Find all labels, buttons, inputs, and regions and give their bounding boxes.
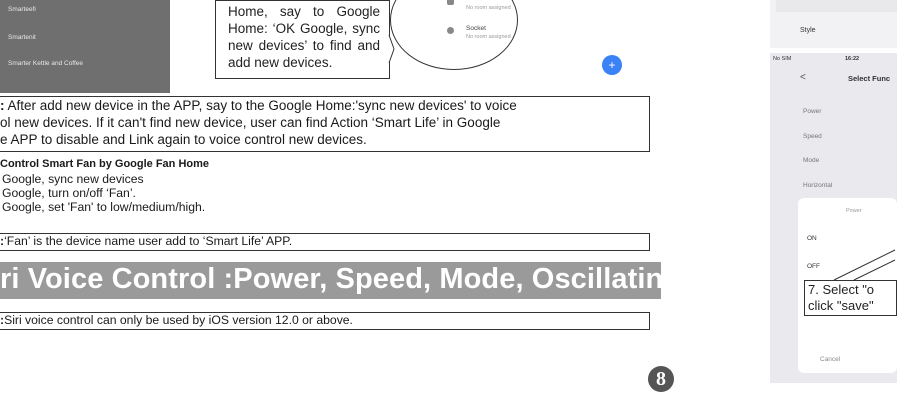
- style-label[interactable]: Style: [800, 27, 816, 34]
- add-device-button[interactable]: +: [602, 55, 622, 75]
- note-line: ol new devices. If it can't find new dev…: [0, 115, 501, 130]
- note-line: Siri voice control can only be used by i…: [4, 313, 353, 327]
- section-heading: Control Smart Fan by Google Fan Home: [0, 158, 210, 170]
- fan-section: Control Smart Fan by Google Fan Home Goo…: [0, 158, 650, 228]
- callout-tail: [833, 249, 896, 281]
- list-item[interactable]: Smarteefi: [8, 6, 36, 13]
- device-room: No room assigned: [466, 34, 511, 40]
- back-icon[interactable]: <: [800, 72, 806, 83]
- page-number: 8: [648, 366, 674, 392]
- clock-text: 16:22: [845, 56, 860, 62]
- note-line: After add new device in the APP, say to …: [4, 98, 517, 113]
- device-icon: [447, 0, 454, 5]
- note-siri-text: :Siri voice control can only be used by …: [0, 313, 353, 327]
- step-text: 7. Select "o: [808, 282, 875, 297]
- command-line: Google, set 'Fan' to low/medium/high.: [2, 200, 206, 214]
- function-item[interactable]: Speed: [803, 133, 822, 140]
- phone-screen-top: Style: [770, 0, 897, 48]
- callout-text: Home, say to Google Home: ‘OK Google, sy…: [228, 4, 380, 70]
- list-item[interactable]: Smartenit: [8, 34, 36, 41]
- function-item[interactable]: Mode: [803, 157, 819, 164]
- phone-screen-select-function: No SIM 16:22 < Select Func Power Speed M…: [770, 53, 897, 383]
- option-on[interactable]: ON: [807, 235, 817, 242]
- device-room: No room assigned: [466, 5, 511, 11]
- page-title: Select Func: [848, 74, 891, 83]
- note-fan-name-text: :‘Fan’ is the device name user add to ‘S…: [0, 234, 292, 248]
- list-item[interactable]: Smarter Kettle and Coffee: [8, 60, 83, 67]
- function-item[interactable]: Horizontal: [803, 182, 832, 189]
- settings-row: [776, 0, 897, 12]
- section-title: ri Voice Control :Power, Speed, Mode, Os…: [0, 263, 682, 295]
- function-item[interactable]: Power: [803, 108, 821, 115]
- command-line: Google, turn on/off ‘Fan’.: [2, 186, 136, 200]
- note-line: e APP to disable and Link again to voice…: [0, 132, 367, 147]
- sheet-title: Power: [846, 208, 862, 214]
- carrier-text: No SIM: [773, 56, 792, 62]
- note-line: ‘Fan’ is the device name user add to ‘Sm…: [4, 234, 293, 248]
- option-off[interactable]: OFF: [807, 263, 820, 270]
- step-callout: 7. Select "o click "save": [804, 280, 897, 316]
- app-list-panel: Smarteefi Smartenit Smarter Kettle and C…: [0, 0, 170, 93]
- instruction-callout: Home, say to Google Home: ‘OK Google, sy…: [215, 0, 390, 79]
- status-bar: No SIM 16:22: [770, 53, 897, 66]
- step-text: click "save": [808, 298, 874, 313]
- siri-banner: ri Voice Control :Power, Speed, Mode, Os…: [0, 262, 681, 299]
- device-name[interactable]: Socket: [466, 25, 486, 32]
- note-sync-text: : After add new device in the APP, say t…: [0, 98, 650, 152]
- socket-icon: [447, 27, 454, 34]
- nav-bar: < Select Func: [770, 66, 897, 88]
- cancel-button[interactable]: Cancel: [820, 356, 840, 363]
- command-line: Google, sync new devices: [2, 172, 144, 186]
